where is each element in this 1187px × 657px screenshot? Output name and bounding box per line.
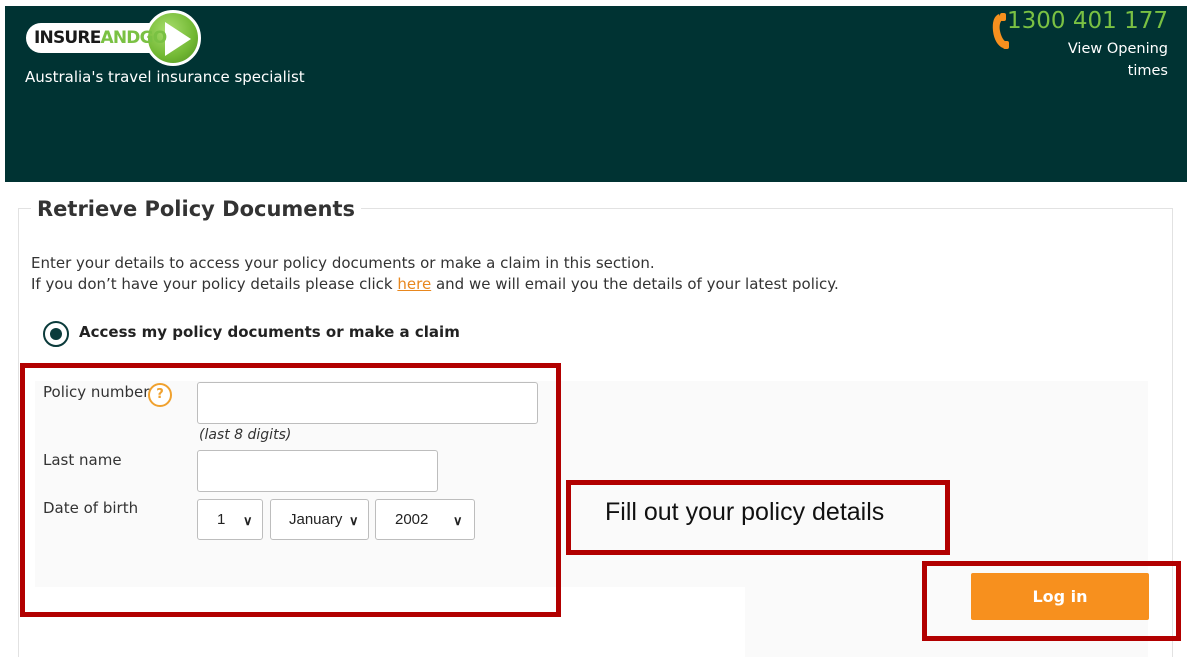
view-opening-times-link[interactable]: View Opening times (1048, 38, 1168, 82)
logo-word-insure: INSURE (34, 28, 101, 48)
page-title: Retrieve Policy Documents (31, 197, 362, 221)
intro-text-email: If you don’t have your policy details pl… (31, 275, 839, 293)
logo-wordmark: INSUREANDGO (34, 28, 168, 48)
intro-text-after: and we will email you the details of you… (431, 275, 839, 293)
logo-arrow-icon (165, 22, 191, 56)
intro-text: Enter your details to access your policy… (31, 254, 655, 272)
callout-text: Fill out your policy details (605, 498, 885, 526)
phone-number[interactable]: 1300 401 177 (1007, 8, 1168, 34)
logo-word-go: GO (139, 28, 168, 48)
site-tagline: Australia's travel insurance specialist (25, 68, 305, 86)
site-header: INSUREANDGO Australia's travel insurance… (5, 6, 1187, 182)
logo-word-and: AND (100, 28, 141, 48)
access-documents-radio-label[interactable]: Access my policy documents or make a cla… (79, 323, 460, 341)
login-button[interactable]: Log in (971, 573, 1149, 620)
intro-text-before: If you don’t have your policy details pl… (31, 275, 398, 293)
insureandgo-logo[interactable]: INSUREANDGO (26, 9, 202, 67)
form-highlight-box (20, 363, 561, 617)
radio-selected-dot (50, 328, 62, 340)
access-documents-radio[interactable] (43, 321, 69, 347)
here-link[interactable]: here (397, 275, 431, 293)
